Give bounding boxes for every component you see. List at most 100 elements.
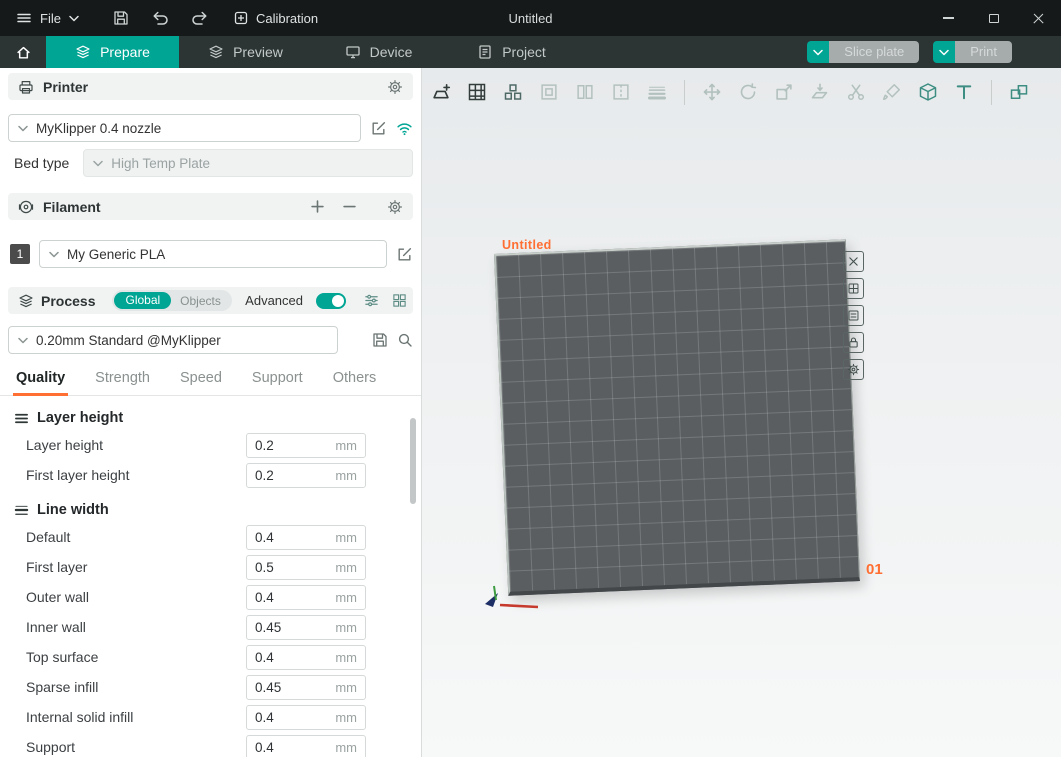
filament-settings-button[interactable] xyxy=(387,199,403,215)
close-button[interactable] xyxy=(1016,0,1061,36)
process-section-title: Process xyxy=(41,293,95,309)
split-to-objects-icon[interactable] xyxy=(574,81,596,103)
add-plate-icon[interactable] xyxy=(430,81,452,103)
first-layer-height-value[interactable] xyxy=(255,468,329,483)
tab-device[interactable]: Device xyxy=(312,36,445,68)
default-line-width-value[interactable] xyxy=(255,530,329,545)
printer-preset-select[interactable]: MyKlipper 0.4 nozzle xyxy=(8,114,361,142)
top-surface-line-width-input[interactable]: mm xyxy=(246,645,366,670)
tab-strength[interactable]: Strength xyxy=(95,370,150,395)
first-layer-line-width-input[interactable]: mm xyxy=(246,555,366,580)
internal-solid-infill-line-width-input[interactable]: mm xyxy=(246,705,366,730)
plate-arrange-icon[interactable] xyxy=(843,278,864,299)
edit-filament-preset-button[interactable] xyxy=(396,246,413,263)
text-shape-icon[interactable] xyxy=(953,81,975,103)
app-window: File Calibration Untitled xyxy=(0,0,1061,757)
window-controls xyxy=(926,0,1061,36)
cut-icon[interactable] xyxy=(845,81,867,103)
tab-quality[interactable]: Quality xyxy=(16,370,65,395)
variable-layer-height-icon[interactable] xyxy=(646,81,668,103)
build-plate[interactable] xyxy=(494,239,860,595)
search-settings-button[interactable] xyxy=(397,332,413,348)
tab-project-label: Project xyxy=(502,44,546,60)
print-button[interactable]: Print xyxy=(933,41,1012,63)
add-filament-button[interactable] xyxy=(311,200,324,213)
printer-settings-button[interactable] xyxy=(387,79,403,95)
param-unit: mm xyxy=(335,468,357,483)
paint-support-icon[interactable] xyxy=(881,81,903,103)
home-tab[interactable] xyxy=(0,36,46,68)
layer-height-input[interactable]: mm xyxy=(246,433,366,458)
process-preset-select[interactable]: 0.20mm Standard @MyKlipper xyxy=(8,326,338,354)
minimize-button[interactable] xyxy=(926,0,971,36)
internal-solid-infill-line-width-value[interactable] xyxy=(255,710,329,725)
tab-support[interactable]: Support xyxy=(252,370,303,395)
plus-icon xyxy=(311,200,324,213)
tab-speed[interactable]: Speed xyxy=(180,370,222,395)
layer-height-icon xyxy=(14,411,29,426)
redo-button[interactable] xyxy=(191,9,209,27)
scope-objects-button[interactable]: Objects xyxy=(171,294,230,308)
support-line-width-input[interactable]: mm xyxy=(246,735,366,757)
plate-settings-icon[interactable] xyxy=(843,359,864,380)
slice-options-dropdown[interactable] xyxy=(807,41,829,63)
filament-preset-select[interactable]: My Generic PLA xyxy=(39,240,387,268)
process-icon xyxy=(18,293,34,309)
bed-type-select[interactable]: High Temp Plate xyxy=(83,149,413,177)
merge-objects-icon[interactable] xyxy=(538,81,560,103)
arrange-plates-icon[interactable] xyxy=(466,81,488,103)
file-menu[interactable]: File xyxy=(10,6,85,30)
printer-section-header: Printer xyxy=(8,73,413,100)
lock-plate-icon[interactable] xyxy=(843,332,864,353)
rotate-icon[interactable] xyxy=(737,81,759,103)
move-icon[interactable] xyxy=(701,81,723,103)
save-preset-button[interactable] xyxy=(372,332,388,348)
save-project-button[interactable] xyxy=(113,10,129,26)
lay-flat-icon[interactable] xyxy=(809,81,831,103)
default-line-width-input[interactable]: mm xyxy=(246,525,366,550)
viewport-3d[interactable]: Untitled 01 xyxy=(422,68,1061,757)
inner-wall-line-width-input[interactable]: mm xyxy=(246,615,366,640)
remove-filament-button[interactable] xyxy=(343,200,356,213)
slice-plate-button[interactable]: Slice plate xyxy=(807,41,919,63)
layer-height-value[interactable] xyxy=(255,438,329,453)
plate-name-label[interactable]: Untitled xyxy=(502,238,552,252)
top-surface-line-width-value[interactable] xyxy=(255,650,329,665)
scale-icon[interactable] xyxy=(773,81,795,103)
calibration-button[interactable]: Calibration xyxy=(233,10,318,26)
printer-connection-button[interactable] xyxy=(396,120,413,137)
outer-wall-line-width-value[interactable] xyxy=(255,590,329,605)
undo-button[interactable] xyxy=(151,9,169,27)
mesh-boolean-icon[interactable] xyxy=(917,81,939,103)
maximize-button[interactable] xyxy=(971,0,1016,36)
support-line-width-value[interactable] xyxy=(255,740,329,755)
inner-wall-line-width-value[interactable] xyxy=(255,620,329,635)
advanced-label: Advanced xyxy=(245,293,303,308)
sidebar-scrollbar[interactable] xyxy=(410,418,416,504)
object-list-button[interactable] xyxy=(392,293,407,308)
sidebar: Printer MyKlipper 0.4 nozzle xyxy=(0,68,422,757)
maximize-icon xyxy=(989,14,999,23)
tab-prepare[interactable]: Prepare xyxy=(46,36,179,68)
tab-preview[interactable]: Preview xyxy=(179,36,312,68)
delete-plate-icon[interactable] xyxy=(843,251,864,272)
plate-name-icon[interactable] xyxy=(843,305,864,326)
edit-printer-preset-button[interactable] xyxy=(370,120,387,137)
first-layer-height-input[interactable]: mm xyxy=(246,463,366,488)
process-scope-toggle: Global Objects xyxy=(112,290,231,311)
first-layer-line-width-value[interactable] xyxy=(255,560,329,575)
print-options-dropdown[interactable] xyxy=(933,41,955,63)
parameter-list-button[interactable] xyxy=(364,293,379,308)
bed-type-row: Bed type High Temp Plate xyxy=(14,149,413,177)
tab-others[interactable]: Others xyxy=(333,370,377,395)
filament-index-badge[interactable]: 1 xyxy=(10,244,30,264)
tab-project[interactable]: Project xyxy=(445,36,578,68)
assembly-view-icon[interactable] xyxy=(1008,81,1030,103)
advanced-toggle[interactable] xyxy=(316,293,346,309)
split-to-parts-icon[interactable] xyxy=(610,81,632,103)
auto-arrange-icon[interactable] xyxy=(502,81,524,103)
sparse-infill-line-width-input[interactable]: mm xyxy=(246,675,366,700)
outer-wall-line-width-input[interactable]: mm xyxy=(246,585,366,610)
sparse-infill-line-width-value[interactable] xyxy=(255,680,329,695)
scope-global-button[interactable]: Global xyxy=(114,292,171,309)
